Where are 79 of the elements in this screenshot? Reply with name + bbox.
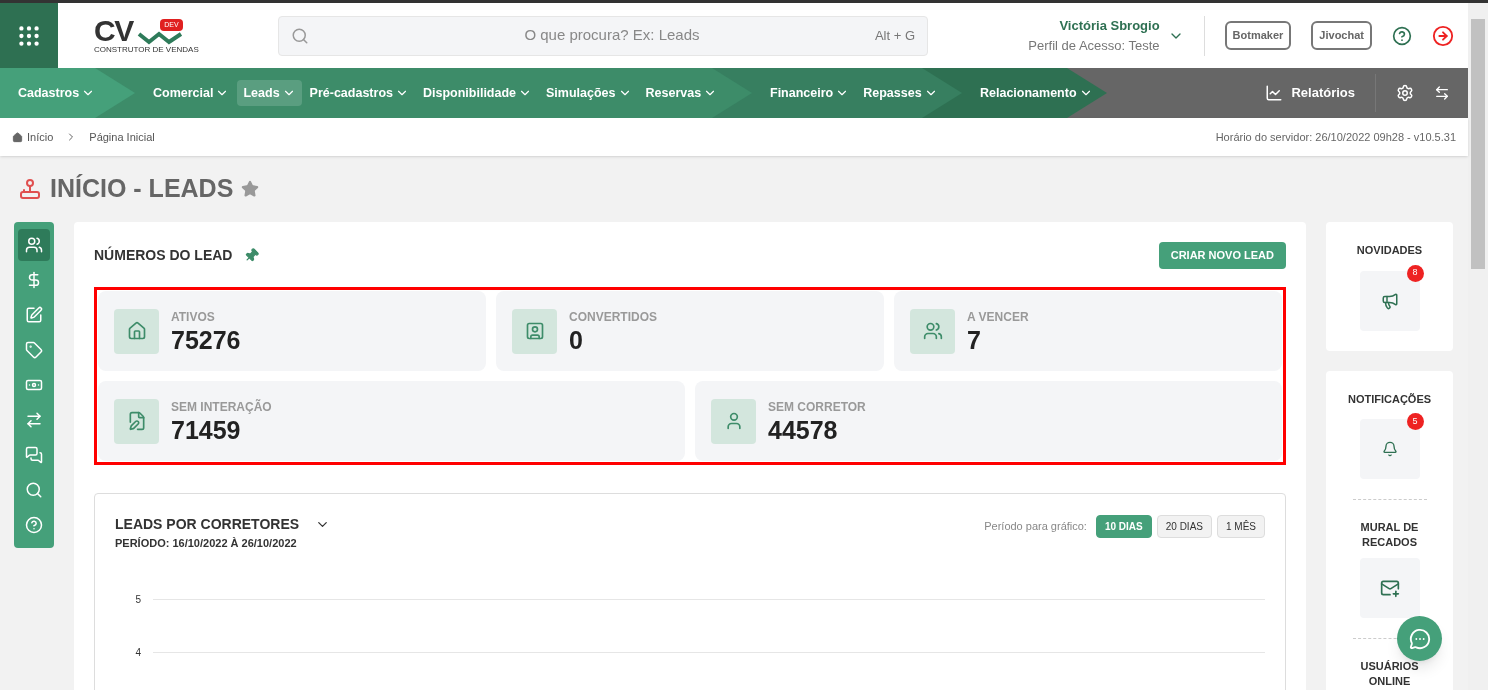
period-button[interactable]: 20 DIAS [1156, 515, 1212, 538]
period-button[interactable]: 1 MÊS [1217, 515, 1265, 538]
search-field[interactable]: O que procura? Ex: Leads Alt + G [278, 15, 928, 56]
notifications-button[interactable] [1359, 419, 1420, 479]
swap-icon[interactable] [1434, 85, 1450, 101]
apps-menu-button[interactable] [0, 3, 58, 68]
user-profile: Perfil de Acesso: Teste [1028, 36, 1160, 55]
create-lead-button[interactable]: CRIAR NOVO LEAD [1158, 242, 1286, 269]
toolbar-icon [25, 516, 43, 534]
nav-item[interactable]: Leads [237, 80, 302, 106]
stat-label: CONVERTIDOS [569, 309, 657, 326]
nav-item[interactable]: Disponibilidade [416, 80, 539, 106]
user-name: Victória Sbrogio [1059, 17, 1160, 35]
page-title: INÍCIO - LEADS [50, 173, 234, 205]
logo-letters: CV [94, 17, 133, 45]
mail-plus-icon [1379, 578, 1400, 598]
period-button[interactable]: 10 DIAS [1095, 515, 1152, 538]
message-wall-button[interactable] [1359, 558, 1420, 618]
toolbar-icon [25, 341, 43, 359]
stat-value: 71459 [171, 416, 242, 444]
stat-value: 7 [967, 326, 982, 354]
stat-label: A VENCER [967, 309, 1029, 326]
panel-title: NOVIDADES [1356, 243, 1423, 258]
help-icon[interactable] [1392, 25, 1412, 46]
megaphone-icon [1380, 291, 1399, 310]
toolbar-icon [25, 446, 43, 464]
reports-link[interactable]: Relatórios [1265, 83, 1375, 103]
stat-value: 0 [569, 326, 584, 354]
section-title: NÚMEROS DO LEAD [94, 245, 233, 265]
nav-item[interactable]: Relacionamento [974, 80, 1099, 106]
line-chart-icon [1265, 84, 1284, 102]
search-icon [291, 26, 309, 45]
nav-item[interactable]: Repasses [857, 80, 944, 106]
logo-tagline: CONSTRUTOR DE VENDAS [94, 45, 199, 54]
stat-icon [126, 321, 147, 341]
stat-value: 44578 [768, 416, 839, 444]
logo-wave-drawing [136, 31, 183, 45]
y-axis-label: 4 [134, 645, 141, 660]
home-icon [12, 131, 23, 143]
stat-icon [922, 321, 943, 341]
nav-item[interactable]: Simulações [540, 80, 638, 106]
toolbar-icon [25, 236, 43, 254]
bell-icon [1381, 441, 1398, 457]
toolbar-button[interactable] [18, 229, 50, 261]
scrollbar-thumb[interactable] [1471, 19, 1485, 269]
toolbar-icon [25, 481, 43, 499]
nav-item[interactable]: Pré-cadastros [303, 80, 415, 106]
chart-period: PERÍODO: 16/10/2022 À 26/10/2022 [115, 536, 298, 551]
panel-title: MURAL DE RECADOS [1359, 520, 1420, 550]
panel-title: USUÁRIOS ONLINE [1359, 659, 1420, 689]
server-time: Horário do servidor: 26/10/2022 09h28 - v10.5.31 [1215, 129, 1456, 145]
stat-label: ATIVOS [171, 309, 216, 326]
breadcrumb-item[interactable]: Página Inicial [89, 128, 155, 146]
panel-title: NOTIFICAÇÕES [1347, 391, 1432, 407]
nav-item[interactable]: Comercial [147, 80, 236, 106]
nav-item[interactable]: Cadastros [12, 80, 102, 106]
toolbar-icon [25, 306, 43, 324]
logout-icon[interactable] [1432, 24, 1454, 47]
breadcrumb-item[interactable]: Início [27, 128, 54, 146]
y-axis-label: 5 [134, 592, 141, 607]
favorite-star-icon[interactable] [241, 180, 260, 198]
stat-label: SEM INTERAÇÃO [171, 398, 272, 416]
chat-icon [1408, 627, 1431, 650]
chart-title: LEADS POR CORRETORES [115, 515, 300, 534]
shortcut-hint: Alt + G [874, 26, 915, 45]
header-button[interactable]: Botmaker [1224, 21, 1292, 50]
joystick-icon [18, 177, 42, 201]
stat-value: 75276 [171, 326, 241, 354]
toolbar-icon [25, 411, 43, 429]
nav-item[interactable]: Reservas [639, 80, 724, 106]
period-label: Período para gráfico: [984, 519, 1087, 535]
news-button[interactable] [1359, 270, 1420, 331]
stat-icon [524, 321, 545, 341]
header-button[interactable]: Jivochat [1311, 21, 1372, 50]
settings-icon[interactable] [1396, 84, 1414, 102]
stat-label: SEM CORRETOR [768, 399, 866, 416]
search-input[interactable]: O que procura? Ex: Leads [349, 24, 875, 47]
count-badge: 8 [1406, 264, 1424, 282]
nav-item[interactable]: Financeiro [764, 80, 856, 106]
